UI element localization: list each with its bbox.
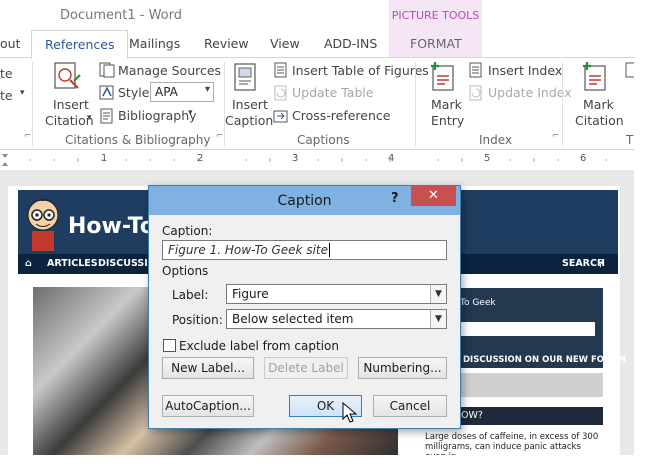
numbering-button[interactable]: Numbering... [358, 357, 447, 379]
sidebar-forum-text: DISCUSSION ON OUR NEW FORUM [463, 355, 626, 365]
dialog-launcher-icon[interactable]: ⌐ [24, 131, 32, 141]
tab-layout-cut[interactable]: out [0, 36, 20, 51]
insert-table-of-figures-button[interactable]: Insert Table of Figures [292, 63, 429, 78]
mark-entry-label-2[interactable]: Entry [431, 113, 464, 128]
table-of-authorities-icon [625, 62, 634, 78]
position-select[interactable]: Below selected item ▼ [226, 309, 447, 329]
manage-sources-icon [99, 62, 115, 78]
mouse-pointer-icon [342, 402, 358, 423]
update-table-icon [274, 85, 287, 101]
insert-caption-icon [234, 63, 256, 91]
ruler-mark: 4 [388, 153, 395, 164]
dropdown-arrow-icon: ▾ [20, 88, 25, 98]
ribbon-cut-item-2[interactable]: te [0, 88, 13, 103]
insert-index-button[interactable]: Insert Index [488, 63, 562, 78]
ruler-mark: 1 [101, 153, 108, 164]
style-icon [99, 85, 114, 100]
caption-input-value: Figure 1. How-To Geek site [168, 243, 328, 257]
manage-sources-button[interactable]: Manage Sources [118, 63, 221, 78]
mark-citation-label-2[interactable]: Citation [575, 113, 624, 128]
horizontal-ruler[interactable]: 1 2 3 4 5 6 [0, 150, 634, 170]
insert-citation-label-1[interactable]: Insert [53, 97, 89, 112]
ribbon: te te ▾ ⌐ Insert Citation ▾ Manage Sourc… [0, 57, 634, 150]
tab-add-ins[interactable]: ADD-INS [324, 36, 377, 51]
group-label-citations: Citations & Bibliography [65, 133, 211, 147]
chevron-down-icon: ▾ [188, 108, 193, 118]
update-index-icon [469, 85, 482, 101]
insert-index-icon [469, 62, 482, 78]
mark-citation-label-1[interactable]: Mark [583, 97, 614, 112]
update-table-button[interactable]: Update Table [292, 85, 374, 100]
insert-citation-icon [54, 62, 81, 89]
cancel-button[interactable]: Cancel [373, 395, 447, 417]
tab-references[interactable]: References [31, 30, 129, 59]
autocaption-button[interactable]: AutoCaption... [162, 395, 254, 417]
group-label-captions: Captions [297, 133, 350, 147]
new-label-button[interactable]: New Label... [162, 357, 254, 379]
style-select-value: APA [155, 85, 178, 99]
home-icon: ⌂ [25, 258, 32, 269]
label-select[interactable]: Figure ▼ [226, 284, 447, 304]
sidebar-heading-text: OW? [461, 410, 483, 421]
ribbon-cut-item-1[interactable]: te [0, 66, 13, 81]
style-select[interactable]: APA ▾ [150, 82, 214, 102]
style-label: Style: [118, 85, 154, 100]
sidebar-banner-title: To Geek [460, 298, 496, 308]
insert-caption-label-2[interactable]: Caption [225, 113, 273, 128]
chevron-down-icon: ▾ [87, 113, 92, 123]
ribbon-tabs: out References Mailings Review View ADD-… [0, 30, 634, 59]
tab-mailings[interactable]: Mailings [129, 36, 180, 51]
sidebar-banner-table [440, 322, 595, 336]
insert-caption-label-1[interactable]: Insert [232, 97, 268, 112]
cross-reference-icon [273, 110, 288, 123]
table-of-figures-icon [274, 62, 287, 78]
geek-mascot-icon [27, 199, 59, 251]
bibliography-button[interactable]: Bibliography [118, 108, 197, 123]
dialog-launcher-icon[interactable]: ⌐ [216, 131, 224, 141]
exclude-label-checkbox[interactable] [163, 339, 176, 352]
position-select-value: Below selected item [232, 312, 354, 326]
ruler-mark: 3 [292, 153, 299, 164]
delete-label-button[interactable]: Delete Label [264, 357, 348, 379]
ruler-mark: 2 [197, 153, 204, 164]
picture-tools-label: PICTURE TOOLS [391, 9, 480, 22]
tab-view[interactable]: View [270, 36, 300, 51]
chevron-down-icon[interactable]: ▼ [430, 285, 446, 303]
mark-citation-icon [583, 62, 606, 91]
search-icon: ⚲ [597, 258, 604, 269]
mark-entry-icon [431, 62, 454, 91]
dialog-launcher-icon[interactable]: ⌐ [552, 131, 560, 141]
chevron-down-icon: ▾ [204, 84, 210, 95]
help-icon[interactable]: ? [391, 191, 399, 206]
caption-input[interactable]: Figure 1. How-To Geek site [162, 240, 447, 260]
document-title: Document1 - Word [60, 8, 182, 23]
window-titlebar: Document1 - Word [0, 0, 634, 30]
exclude-label-text: Exclude label from caption [179, 339, 339, 353]
caption-label: Caption: [162, 224, 213, 238]
caption-dialog: Caption ? ✕ Caption: Figure 1. How-To Ge… [148, 185, 461, 429]
dialog-body: Caption: Figure 1. How-To Geek site Opti… [149, 215, 460, 428]
text-cursor [329, 243, 330, 257]
ruler-mark: 5 [484, 153, 491, 164]
cross-reference-button[interactable]: Cross-reference [292, 108, 390, 123]
ruler-mark: 6 [580, 153, 587, 164]
tab-format[interactable]: FORMAT [410, 36, 462, 51]
options-heading: Options [162, 264, 209, 278]
ruler-ticks [2, 154, 607, 166]
chevron-down-icon[interactable]: ▼ [430, 310, 446, 328]
update-index-button[interactable]: Update Index [488, 85, 572, 100]
mark-entry-label-1[interactable]: Mark [431, 97, 462, 112]
position-field-label: Position: [172, 313, 223, 327]
bibliography-icon [100, 108, 113, 124]
tab-review[interactable]: Review [204, 36, 249, 51]
dialog-titlebar[interactable]: Caption ? ✕ [149, 186, 460, 215]
label-field-label: Label: [172, 288, 209, 302]
group-label-table-of-authorities: T [626, 133, 634, 147]
label-select-value: Figure [232, 287, 269, 301]
close-button[interactable]: ✕ [411, 186, 456, 206]
site-nav-articles: ARTICLES [47, 258, 98, 269]
group-label-index: Index [479, 133, 513, 147]
